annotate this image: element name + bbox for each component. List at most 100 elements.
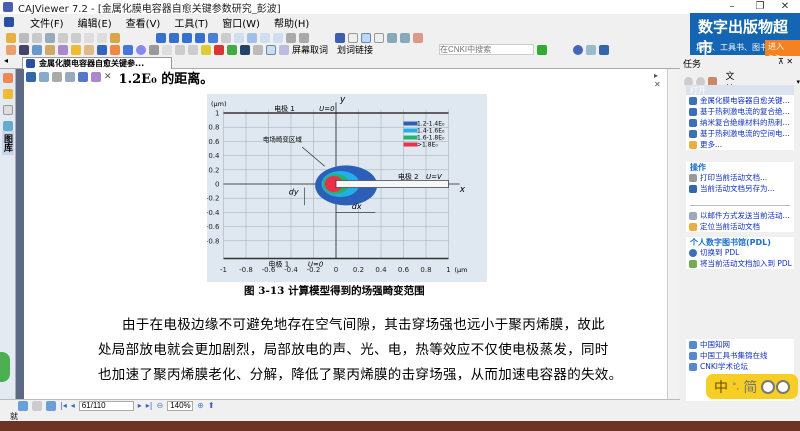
open-header[interactable]: 打开 [686,85,794,95]
link-reference[interactable]: 中国工具书集锦在线 [686,350,794,361]
menu-help[interactable]: 帮助(H) [274,15,309,30]
vertical-scrollbar[interactable] [667,69,679,399]
zoom-out-button[interactable]: ⊖ [156,401,163,410]
list-icon[interactable] [3,105,13,115]
close-toolbar-icon[interactable]: ✕ [104,72,112,82]
link-forum[interactable]: CNKI学术论坛 [686,361,794,372]
close-button[interactable]: ✕ [775,1,795,12]
redo-icon[interactable] [97,32,107,43]
preview-icon[interactable] [45,32,55,43]
properties-icon[interactable] [110,32,120,43]
actual-size-icon[interactable] [348,32,358,43]
continuous-icon[interactable] [247,32,257,43]
save-as[interactable]: 当前活动文档另存为... [686,183,794,194]
strike-icon[interactable] [214,44,224,55]
line-icon[interactable] [97,44,107,55]
menu-window[interactable]: 窗口(W) [222,15,260,30]
ime-language[interactable]: 中 [714,377,728,397]
ime-toolbar[interactable]: 中 °, 简 [706,374,798,399]
menu-tools[interactable]: 工具(T) [174,15,208,30]
first-page-icon[interactable] [156,32,166,43]
switch-pdl[interactable]: 切换到 PDL [686,247,794,258]
cnki-search-input[interactable] [439,44,535,55]
side-widget[interactable] [0,352,10,382]
view-mode-icon[interactable] [18,400,28,411]
locate-doc[interactable]: 定位当前活动文档 [686,221,794,232]
task-pane-close-icon[interactable]: ⊼ ✕ [778,57,793,66]
marker-icon[interactable] [227,44,237,55]
ocr-icon[interactable] [58,44,68,55]
pdl-header[interactable]: 个人数字图书馆(PDL) [686,237,794,247]
library-tab[interactable]: 图库 [2,131,14,155]
close-doc-icon[interactable]: ▸ ✕ [654,71,667,89]
facing-icon[interactable] [260,32,270,43]
zoom-out-icon[interactable] [387,32,397,43]
note-icon[interactable] [84,44,94,55]
undo-icon[interactable] [84,32,94,43]
fit-page-icon[interactable] [361,32,371,43]
email-doc[interactable]: 以邮件方式发送当前活动... [686,210,794,221]
bookmark-icon[interactable] [253,44,263,55]
zoom-in-button[interactable]: ⊕ [197,401,204,410]
ad-banner[interactable]: 数字出版物超市 期刊、工具书、图书…… 进入>> [690,13,800,62]
word-icon[interactable] [78,72,88,82]
operations-header[interactable]: 操作 [686,162,794,172]
next-page-button[interactable]: ▸ [138,401,142,410]
heart-icon[interactable] [279,44,289,55]
page-number-input[interactable] [78,400,134,411]
select-tool-icon[interactable] [19,44,29,55]
recent-file[interactable]: 基于热刺激电流的空间电... [686,128,794,139]
print-doc[interactable]: 打印当前活动文档... [686,172,794,183]
cover-icon[interactable] [273,32,283,43]
pen-icon[interactable] [3,89,13,99]
open-icon[interactable] [6,32,16,43]
word-link-button[interactable]: 划词链接 [337,43,373,56]
page-icon[interactable] [65,72,75,82]
help-icon[interactable] [573,44,584,55]
print-icon[interactable] [32,32,42,43]
screen-word-button[interactable]: 屏幕取词 [292,43,328,56]
zoom-in-icon[interactable] [400,32,410,43]
search-go-icon[interactable] [537,44,548,55]
save-icon[interactable] [26,72,36,82]
rotate-icon[interactable] [286,32,296,43]
pdf-icon[interactable] [586,44,597,55]
recent-file[interactable]: 纳米复合绝缘材料的热刺... [686,117,794,128]
link-cnki[interactable]: 中国知网 [686,339,794,350]
annotate-icon[interactable] [3,73,13,83]
restore-button[interactable]: ❐ [750,1,770,12]
ellipse-icon[interactable] [136,44,146,55]
menu-file[interactable]: 文件(F) [30,15,64,30]
view-mode2-icon[interactable] [32,400,42,411]
up-arrow-icon[interactable]: ⬆ [208,401,215,410]
view-mode3-icon[interactable] [46,400,56,411]
fullscreen-icon[interactable] [335,32,345,43]
forward-icon[interactable] [221,32,231,43]
find-icon[interactable] [413,32,423,43]
menu-edit[interactable]: 编辑(E) [78,15,112,30]
ime-punctuation[interactable]: °, [732,382,739,392]
copy-icon[interactable] [58,32,68,43]
image-tool-icon[interactable] [45,44,55,55]
prev-page-button[interactable]: ◂ [71,401,75,410]
save-icon[interactable] [19,32,29,43]
prev-page-icon[interactable] [169,32,179,43]
first-page-button[interactable]: |◂ [60,401,67,410]
check-icon[interactable] [266,44,276,55]
layout-icon[interactable] [299,32,309,43]
anchor-icon[interactable] [240,44,250,55]
back-icon[interactable] [208,32,218,43]
ocr-icon[interactable] [91,72,101,82]
single-page-icon[interactable] [234,32,244,43]
chevron-down-icon[interactable]: ▾ [796,78,800,86]
stamp-icon[interactable] [175,44,185,55]
fit-width-icon[interactable] [374,32,384,43]
web-icon[interactable] [599,44,610,55]
menu-view[interactable]: 查看(V) [126,15,161,30]
last-page-icon[interactable] [195,32,205,43]
minimize-button[interactable]: – [722,1,742,12]
next-page-icon[interactable] [182,32,192,43]
add-to-pdl[interactable]: 将当前活动文档加入到 PDL [686,258,794,269]
music-icon[interactable] [188,44,198,55]
ime-mode[interactable]: 简 [743,377,757,397]
